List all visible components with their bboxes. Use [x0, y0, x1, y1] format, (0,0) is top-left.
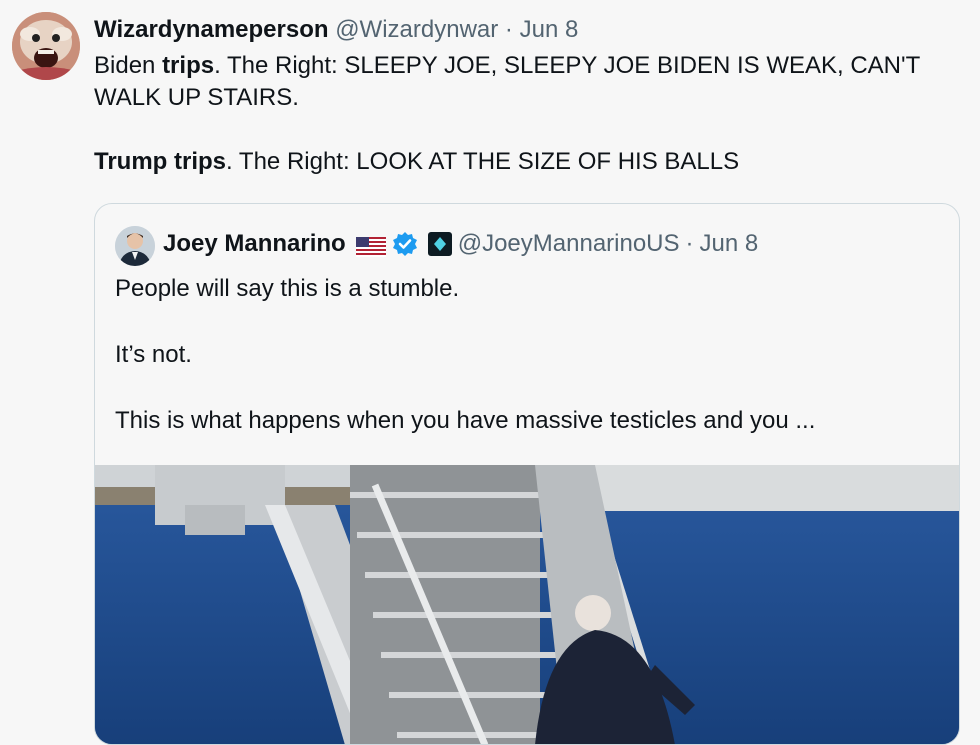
quoted-display-name[interactable]: Joey Mannarino: [163, 228, 346, 260]
separator: ·: [504, 16, 513, 43]
tweet-date[interactable]: Jun 8: [520, 16, 579, 43]
quoted-avatar[interactable]: [115, 226, 155, 266]
separator: ·: [685, 230, 694, 257]
tweet[interactable]: Wizardynameperson @Wizardynwar · Jun 8 B…: [0, 0, 980, 745]
quoted-paragraph-1: People will say this is a stumble.: [115, 275, 460, 302]
quoted-handle[interactable]: @JoeyMannarinoUS: [458, 228, 680, 260]
text-segment: . The Right: LOOK AT THE SIZE OF HIS BAL…: [226, 148, 740, 175]
text-segment: Biden: [94, 52, 163, 79]
tweet-paragraph-1: Biden trips. The Right: SLEEPY JOE, SLEE…: [94, 50, 954, 114]
tweet-header: Wizardynameperson @Wizardynwar · Jun 8: [94, 14, 578, 46]
tweet-paragraph-2: Trump trips. The Right: LOOK AT THE SIZE…: [94, 146, 954, 178]
us-flag-icon: [355, 234, 386, 257]
text-segment: . The Right: SLEEPY JOE, SLEEPY JOE BIDE…: [94, 52, 920, 111]
quoted-text: People will say this is a stumble. It’s …: [115, 272, 935, 437]
text-bold-segment: Trump trips: [94, 148, 227, 175]
affiliate-badge-icon[interactable]: [427, 232, 452, 256]
display-name[interactable]: Wizardynameperson: [94, 16, 329, 43]
quoted-avatar-image: [115, 226, 155, 266]
avatar-image: [12, 12, 80, 80]
text-bold-segment: trips: [162, 52, 215, 79]
verified-badge-icon[interactable]: [392, 231, 418, 257]
quoted-tweet[interactable]: Joey Mannarino @JoeyMannarinoUS · Jun 8 …: [94, 203, 960, 745]
handle[interactable]: @Wizardynwar: [335, 16, 498, 43]
quoted-paragraph-3: This is what happens when you have massi…: [115, 407, 816, 434]
avatar[interactable]: [12, 12, 80, 80]
tweet-text: Biden trips. The Right: SLEEPY JOE, SLEE…: [94, 50, 954, 178]
quoted-media-image[interactable]: [95, 465, 959, 744]
quoted-paragraph-2: It’s not.: [115, 341, 192, 368]
quoted-header: Joey Mannarino @JoeyMannarinoUS · Jun 8: [163, 228, 758, 260]
quoted-date[interactable]: Jun 8: [700, 228, 759, 260]
stairs-photo: [95, 465, 959, 744]
